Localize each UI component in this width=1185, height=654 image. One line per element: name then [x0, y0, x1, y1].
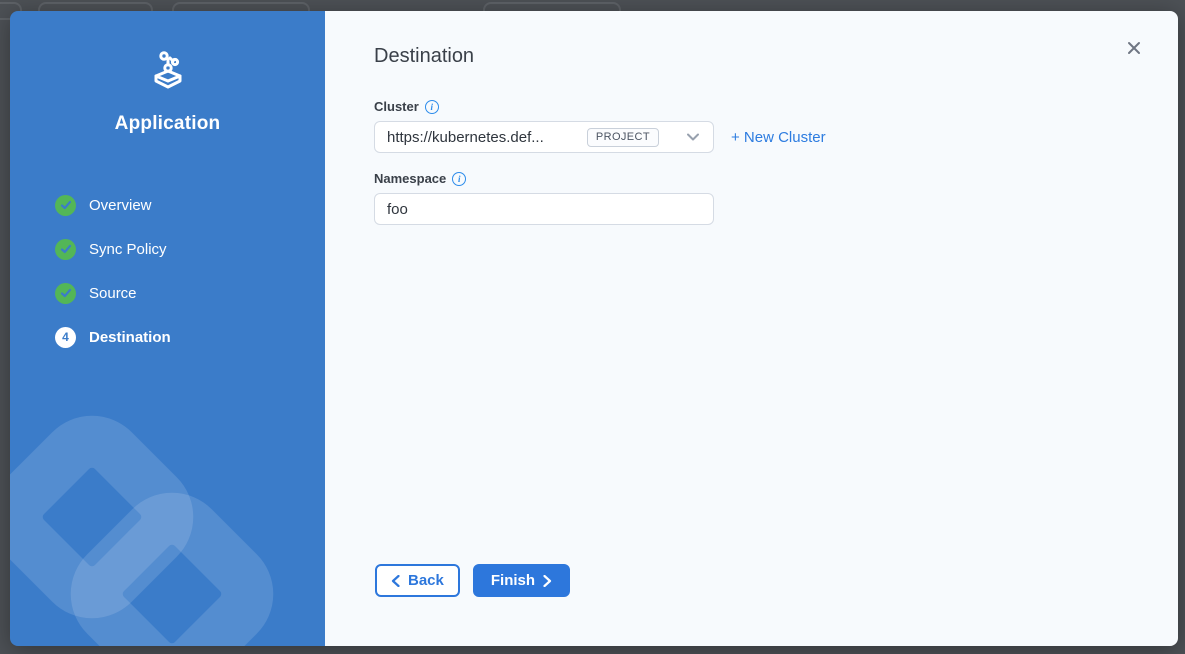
chevron-left-icon — [391, 575, 400, 587]
wizard-sidebar: Application Overview Sync Policy Source — [10, 11, 325, 646]
application-box-icon — [146, 49, 190, 93]
finish-button[interactable]: Finish — [473, 564, 570, 597]
namespace-label: Namespace i — [374, 171, 1178, 186]
sidebar-watermark-pattern — [10, 336, 325, 646]
step-label: Source — [89, 285, 137, 302]
step-number-badge: 4 — [55, 327, 76, 348]
check-icon — [55, 195, 76, 216]
namespace-label-text: Namespace — [374, 171, 446, 186]
wizard-footer: Back Finish — [375, 564, 570, 597]
step-destination[interactable]: 4 Destination — [10, 315, 325, 359]
step-label: Overview — [89, 197, 152, 214]
back-button-label: Back — [408, 572, 444, 589]
cluster-row: https://kubernetes.def... PROJECT + New … — [374, 121, 1178, 153]
chevron-right-icon — [543, 575, 552, 587]
check-icon — [55, 283, 76, 304]
namespace-input[interactable] — [374, 193, 714, 225]
finish-button-label: Finish — [491, 572, 535, 589]
step-sync-policy[interactable]: Sync Policy — [10, 227, 325, 271]
wizard-main-panel: Destination Cluster i https://kubernetes… — [325, 11, 1178, 646]
step-label: Sync Policy — [89, 241, 167, 258]
step-label: Destination — [89, 329, 171, 346]
wizard-steps: Overview Sync Policy Source 4 Destinatio… — [10, 183, 325, 359]
back-button[interactable]: Back — [375, 564, 460, 597]
page-title: Destination — [374, 45, 1178, 68]
info-icon[interactable]: i — [425, 100, 439, 114]
cluster-value: https://kubernetes.def... — [387, 129, 544, 146]
close-icon[interactable] — [1125, 39, 1143, 57]
step-overview[interactable]: Overview — [10, 183, 325, 227]
application-wizard-dialog: Application Overview Sync Policy Source — [10, 11, 1178, 646]
project-badge: PROJECT — [587, 128, 659, 147]
chevron-down-icon[interactable] — [687, 133, 699, 141]
info-icon[interactable]: i — [452, 172, 466, 186]
wizard-title: Application — [10, 113, 325, 135]
cluster-label: Cluster i — [374, 99, 1178, 114]
new-cluster-link[interactable]: + New Cluster — [731, 129, 826, 146]
cluster-label-text: Cluster — [374, 99, 419, 114]
application-logo — [10, 49, 325, 93]
check-icon — [55, 239, 76, 260]
step-source[interactable]: Source — [10, 271, 325, 315]
cluster-select[interactable]: https://kubernetes.def... PROJECT — [374, 121, 714, 153]
